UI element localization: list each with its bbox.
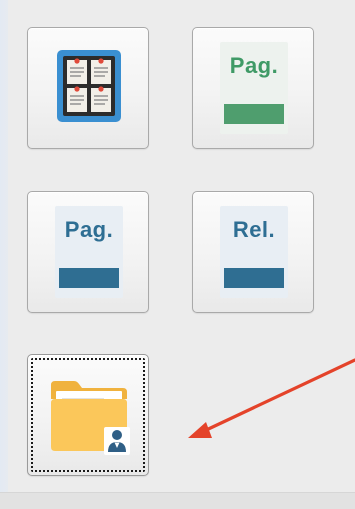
document-pag-blue-icon: Pag. xyxy=(55,206,123,298)
folder-user-icon xyxy=(51,381,130,455)
document-rel-blue-icon: Rel. xyxy=(220,206,288,298)
folder-user-button[interactable] xyxy=(27,354,149,476)
pag-green-bar xyxy=(224,104,284,124)
bulletin-board-button[interactable] xyxy=(27,27,149,149)
bulletin-board-icon xyxy=(57,50,121,122)
rel-blue-button[interactable]: Rel. xyxy=(192,191,314,313)
rel-blue-label: Rel. xyxy=(232,217,276,242)
pag-green-label: Pag. xyxy=(229,53,279,78)
pag-blue-label: Pag. xyxy=(64,217,114,242)
pag-blue-button[interactable]: Pag. xyxy=(27,191,149,313)
red-arrow-icon xyxy=(188,358,355,438)
document-pag-green-icon: Pag. xyxy=(220,42,288,134)
pag-green-button[interactable]: Pag. xyxy=(192,27,314,149)
pag-blue-bar xyxy=(59,268,119,288)
bottom-strip xyxy=(0,492,355,509)
rel-blue-bar xyxy=(224,268,284,288)
